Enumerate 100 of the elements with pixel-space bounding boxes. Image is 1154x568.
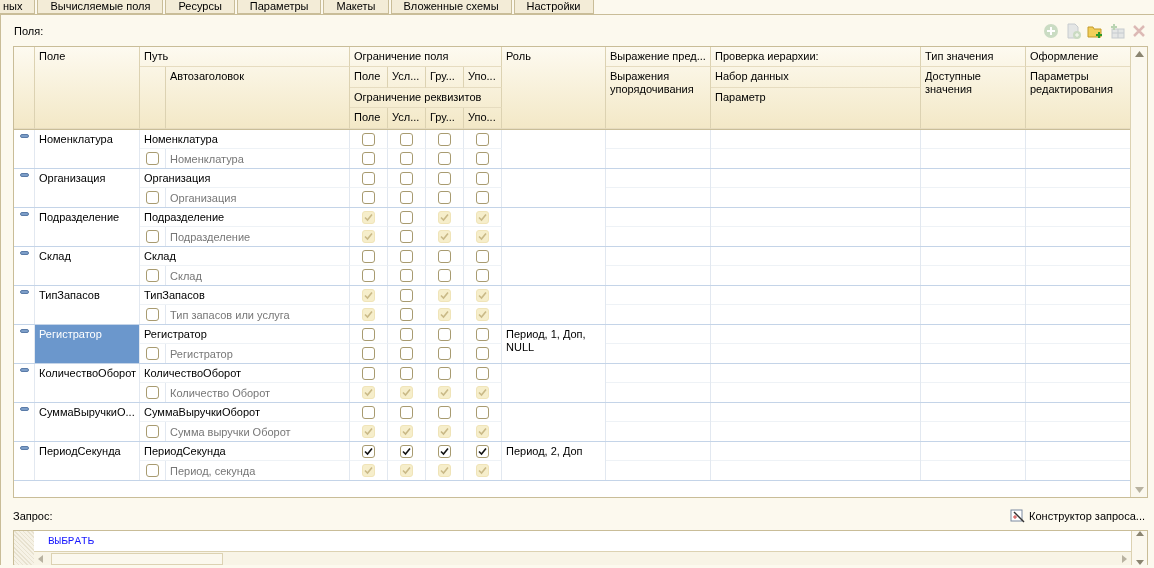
checkbox[interactable] [438, 269, 451, 282]
checkbox[interactable] [438, 171, 451, 185]
checkbox[interactable] [438, 405, 451, 419]
table-cell: Тип запасов или услуга [166, 305, 350, 324]
checkbox[interactable] [146, 425, 159, 438]
tab[interactable]: Вычисляемые поля [37, 0, 164, 14]
table-cell[interactable]: Склад [35, 247, 140, 285]
table-cell[interactable]: Номенклатура [35, 130, 140, 168]
scroll-down-icon[interactable] [1135, 560, 1144, 565]
checkbox[interactable] [146, 347, 159, 360]
horizontal-scrollbar[interactable] [34, 551, 1131, 565]
collapse-icon[interactable] [20, 329, 29, 333]
collapse-icon[interactable] [20, 290, 29, 294]
checkbox[interactable] [476, 269, 489, 282]
scroll-up-icon[interactable] [1134, 51, 1144, 57]
checkbox[interactable] [400, 230, 413, 243]
collapse-icon[interactable] [20, 173, 29, 177]
scroll-down-icon[interactable] [1134, 487, 1144, 493]
collapse-icon[interactable] [20, 134, 29, 138]
table-cell[interactable]: ПериодСекунда [35, 442, 140, 480]
scroll-up-icon[interactable] [1135, 531, 1144, 536]
checkbox[interactable] [400, 249, 413, 263]
checkbox[interactable] [146, 152, 159, 165]
checkbox[interactable] [476, 191, 489, 204]
checkbox[interactable] [400, 152, 413, 165]
checkbox[interactable] [146, 386, 159, 399]
checkbox[interactable] [146, 464, 159, 477]
vertical-scrollbar[interactable] [1130, 47, 1147, 497]
tab[interactable]: Вложенные схемы [390, 0, 512, 14]
table-cell: ПериодСекунда [140, 442, 350, 461]
tab[interactable]: Ресурсы [165, 0, 235, 14]
tab[interactable]: Макеты [323, 0, 389, 14]
table-cell[interactable]: КоличествоОборот [35, 364, 140, 402]
checkbox[interactable] [146, 308, 159, 321]
column-header: Выражения упорядочивания [606, 67, 711, 129]
checkbox[interactable] [438, 191, 451, 204]
checkbox[interactable] [476, 347, 489, 360]
checkbox[interactable] [400, 405, 413, 419]
checkbox[interactable] [362, 171, 375, 185]
checkbox[interactable] [438, 366, 451, 380]
tab[interactable]: Настройки [513, 0, 594, 14]
scroll-left-icon[interactable] [38, 554, 43, 563]
table-cell: Сумма выручки Оборот [166, 422, 350, 441]
checkbox[interactable] [146, 230, 159, 243]
checkbox[interactable] [476, 249, 489, 263]
checkbox[interactable] [362, 347, 375, 360]
checkbox[interactable] [476, 444, 489, 458]
checkbox[interactable] [400, 171, 413, 185]
checkbox[interactable] [438, 444, 451, 458]
collapse-icon[interactable] [20, 407, 29, 411]
checkbox[interactable] [400, 269, 413, 282]
checkbox[interactable] [400, 444, 413, 458]
checkbox[interactable] [362, 249, 375, 263]
collapse-icon[interactable] [20, 446, 29, 450]
checkbox[interactable] [362, 444, 375, 458]
tab[interactable]: Параметры [236, 0, 322, 14]
table-cell: СуммаВыручкиОборот [140, 403, 350, 422]
collapse-icon[interactable] [20, 251, 29, 255]
vertical-scrollbar[interactable] [1131, 531, 1147, 565]
checkbox[interactable] [400, 347, 413, 360]
checkbox[interactable] [400, 210, 413, 224]
checkbox[interactable] [362, 152, 375, 165]
checkbox[interactable] [476, 152, 489, 165]
checkbox[interactable] [400, 288, 413, 302]
checkbox[interactable] [438, 152, 451, 165]
query-builder-button[interactable]: Конструктор запроса... [1008, 508, 1147, 524]
checkbox[interactable] [476, 132, 489, 146]
checkbox[interactable] [400, 327, 413, 341]
table-cell[interactable]: Организация [35, 169, 140, 207]
checkbox[interactable] [476, 171, 489, 185]
checkbox[interactable] [438, 347, 451, 360]
checkbox[interactable] [400, 308, 413, 321]
scroll-right-icon[interactable] [1122, 554, 1127, 563]
checkbox[interactable] [400, 191, 413, 204]
checkbox[interactable] [362, 191, 375, 204]
checkbox[interactable] [146, 191, 159, 204]
table-cell[interactable]: Подразделение [35, 208, 140, 246]
checkbox[interactable] [362, 327, 375, 341]
tab[interactable]: ных [0, 0, 36, 14]
checkbox[interactable] [438, 132, 451, 146]
table-cell: Период, секунда [166, 461, 350, 480]
checkbox[interactable] [362, 269, 375, 282]
checkbox[interactable] [476, 405, 489, 419]
checkbox[interactable] [476, 327, 489, 341]
checkbox[interactable] [146, 269, 159, 282]
checkbox[interactable] [438, 327, 451, 341]
collapse-icon[interactable] [20, 368, 29, 372]
column-header: Ограничение поля [350, 47, 502, 67]
table-cell[interactable]: ТипЗапасов [35, 286, 140, 324]
checkbox[interactable] [476, 366, 489, 380]
table-cell[interactable]: СуммаВыручкиО... [35, 403, 140, 441]
column-header: Роль [502, 47, 606, 129]
column-header: Гру... [426, 67, 464, 88]
checkbox[interactable] [400, 366, 413, 380]
checkbox[interactable] [400, 132, 413, 146]
checkbox[interactable] [438, 249, 451, 263]
checkbox[interactable] [362, 132, 375, 146]
checkbox[interactable] [362, 366, 375, 380]
checkbox[interactable] [362, 405, 375, 419]
collapse-icon[interactable] [20, 212, 29, 216]
